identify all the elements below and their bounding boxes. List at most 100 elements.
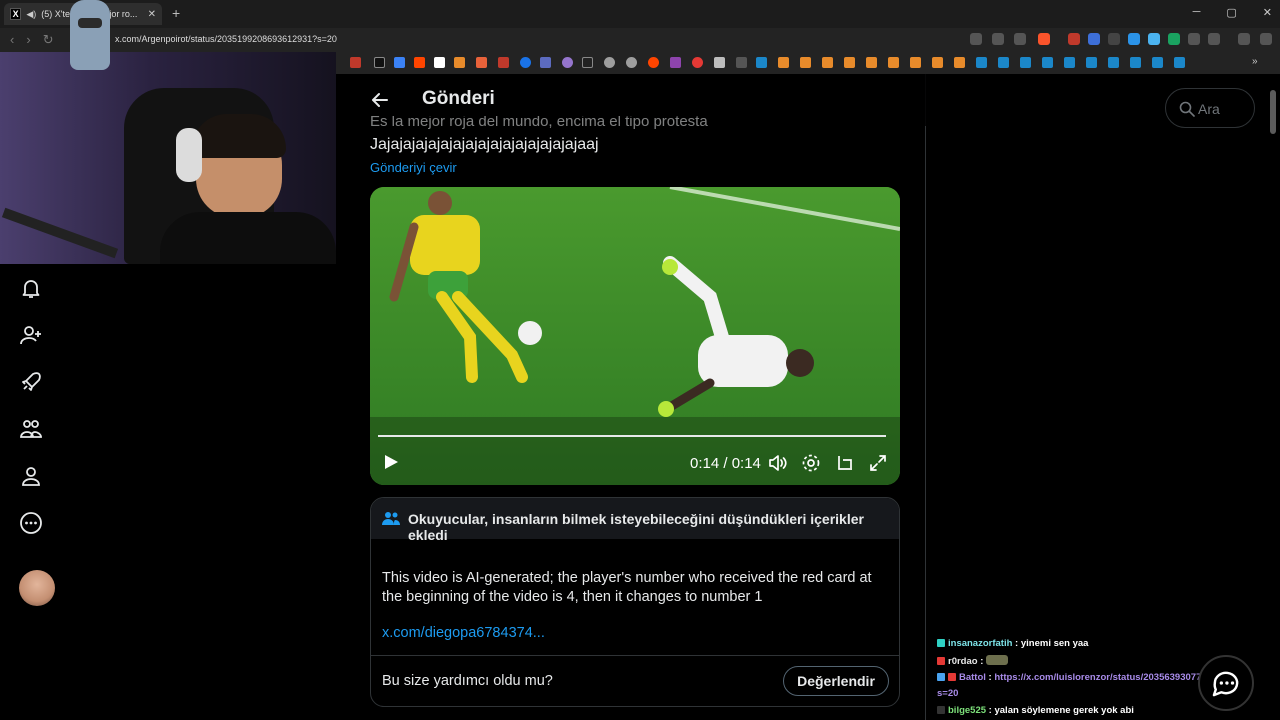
- maximize-button[interactable]: ▢: [1226, 6, 1236, 19]
- messages-fab-icon[interactable]: [1198, 655, 1254, 711]
- back-nav-icon[interactable]: ‹: [10, 32, 14, 48]
- bookmark-icon[interactable]: [434, 57, 445, 68]
- chat-message: insanazorfatih : yinemi sen yaa: [937, 638, 1088, 649]
- bookmark-icon[interactable]: [540, 57, 551, 68]
- bookmark-icon[interactable]: [350, 57, 361, 68]
- helpful-question: Bu size yardımcı oldu mu?: [382, 673, 553, 689]
- chat-badge-icon: [937, 673, 945, 681]
- page-scrollbar[interactable]: [1270, 90, 1276, 134]
- video-progress-bar[interactable]: [378, 435, 886, 437]
- bookmarks-bar: »: [336, 52, 1280, 74]
- extension-icon[interactable]: [1088, 33, 1100, 45]
- bookmark-icon[interactable]: [976, 57, 987, 68]
- extension-icon[interactable]: [1068, 33, 1080, 45]
- bookmark-icon[interactable]: [562, 57, 573, 68]
- rocket-icon[interactable]: [19, 370, 43, 394]
- folder-icon[interactable]: [736, 57, 747, 68]
- brave-shield-icon[interactable]: [1038, 33, 1050, 45]
- mascot-sticker: [70, 0, 110, 70]
- translate-post-link[interactable]: Gönderiyi çevir: [370, 160, 457, 175]
- popout-icon[interactable]: [835, 453, 855, 473]
- bookmark-icon[interactable]: [910, 57, 921, 68]
- bookmark-icon[interactable]: [822, 57, 833, 68]
- follow-icon[interactable]: [19, 323, 43, 347]
- extension-icon[interactable]: [1168, 33, 1180, 45]
- sidebar-icon[interactable]: [1208, 33, 1220, 45]
- bookmark-icon[interactable]: [932, 57, 943, 68]
- cast-icon[interactable]: [970, 33, 982, 45]
- settings-icon[interactable]: [801, 453, 821, 473]
- fullscreen-icon[interactable]: [868, 453, 888, 473]
- bookmark-icon[interactable]: [648, 57, 659, 68]
- bookmark-icon[interactable]: [394, 57, 405, 68]
- zoom-icon[interactable]: [992, 33, 1004, 45]
- bookmark-icon[interactable]: [954, 57, 965, 68]
- volume-icon[interactable]: [767, 453, 787, 473]
- more-icon[interactable]: [19, 511, 43, 535]
- bookmark-icon[interactable]: [374, 57, 385, 68]
- bookmark-icon[interactable]: [1174, 57, 1185, 68]
- bookmark-icon[interactable]: [414, 57, 425, 68]
- chat-badge-icon: [937, 639, 945, 647]
- play-icon[interactable]: [382, 453, 400, 471]
- community-note-link[interactable]: x.com/diegopa6784374...: [382, 625, 545, 641]
- bookmark-icon[interactable]: [670, 57, 681, 68]
- bookmark-icon[interactable]: [1042, 57, 1053, 68]
- bookmark-icon[interactable]: [1152, 57, 1163, 68]
- forward-nav-icon[interactable]: ›: [26, 32, 30, 48]
- bookmark-icon[interactable]: [800, 57, 811, 68]
- bookmark-icon[interactable]: [1086, 57, 1097, 68]
- bookmark-icon[interactable]: [692, 57, 703, 68]
- extension-icon[interactable]: [1148, 33, 1160, 45]
- extension-icon[interactable]: [1108, 33, 1120, 45]
- bookmark-icon[interactable]: [866, 57, 877, 68]
- bookmark-icon[interactable]: [582, 57, 593, 68]
- video-time: 0:14 / 0:14: [690, 455, 761, 472]
- address-bar-row: ‹ › ↻ x.com/Argenpoirot/status/203519920…: [0, 28, 1280, 52]
- url-field[interactable]: x.com/Argenpoirot/status/203519920869361…: [115, 34, 337, 44]
- puzzle-icon[interactable]: [1188, 33, 1200, 45]
- communities-icon[interactable]: [19, 417, 43, 441]
- bookmark-icon[interactable]: [626, 57, 637, 68]
- new-tab-button[interactable]: +: [172, 5, 180, 21]
- profile-icon[interactable]: [19, 464, 43, 488]
- menu-icon[interactable]: [1260, 33, 1272, 45]
- bookmark-icon[interactable]: [1064, 57, 1075, 68]
- bookmark-icon[interactable]: [844, 57, 855, 68]
- rate-button[interactable]: Değerlendir: [783, 666, 889, 696]
- share-icon[interactable]: [1014, 33, 1026, 45]
- bookmark-icon[interactable]: [888, 57, 899, 68]
- bookmark-icon[interactable]: [756, 57, 767, 68]
- minimize-button[interactable]: ─: [1193, 6, 1201, 19]
- left-sidebar: [0, 264, 336, 720]
- bookmark-icon[interactable]: [454, 57, 465, 68]
- tab-close-icon[interactable]: ✕: [148, 9, 156, 20]
- back-arrow-icon[interactable]: [370, 90, 390, 110]
- bookmark-icon[interactable]: [604, 57, 615, 68]
- account-avatar[interactable]: [19, 570, 55, 606]
- search-box[interactable]: Ara: [1165, 88, 1255, 128]
- bookmark-icon[interactable]: [520, 57, 531, 68]
- reload-icon[interactable]: ↻: [43, 32, 54, 48]
- video-player[interactable]: 0:14 / 0:14: [370, 187, 900, 485]
- bookmark-icon[interactable]: [1020, 57, 1031, 68]
- bookmark-icon[interactable]: [1130, 57, 1141, 68]
- bookmark-icon[interactable]: [778, 57, 789, 68]
- chat-message-cont: s=20: [937, 688, 958, 699]
- bookmark-icon[interactable]: [498, 57, 509, 68]
- bookmark-icon[interactable]: [714, 57, 725, 68]
- more-bookmarks-icon[interactable]: »: [1252, 57, 1263, 68]
- speaker-icon[interactable]: ◀): [26, 9, 36, 20]
- music-icon[interactable]: [1238, 33, 1250, 45]
- close-window-button[interactable]: ✕: [1263, 6, 1272, 19]
- bell-icon[interactable]: [19, 276, 43, 300]
- chat-link[interactable]: s=20: [937, 688, 958, 699]
- tweet-text: Jajajajajajajajajajajajajajajajajaaj: [370, 136, 599, 153]
- bookmark-icon[interactable]: [476, 57, 487, 68]
- people-icon: [382, 512, 400, 525]
- extension-icon[interactable]: [1128, 33, 1140, 45]
- mic-arm: [1, 207, 119, 259]
- bookmark-icon[interactable]: [1108, 57, 1119, 68]
- window-controls: ─ ▢ ✕: [1193, 6, 1272, 19]
- bookmark-icon[interactable]: [998, 57, 1009, 68]
